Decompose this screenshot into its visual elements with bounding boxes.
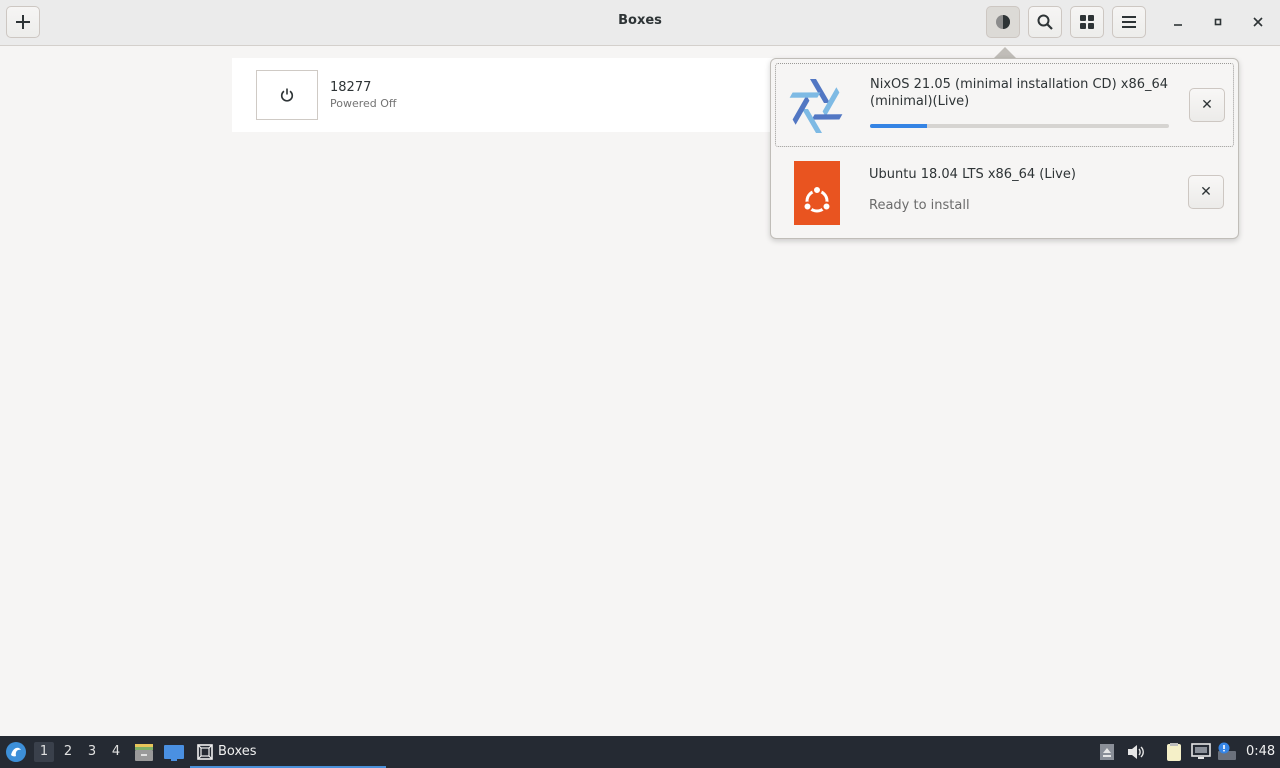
network-tray-button[interactable] bbox=[1191, 743, 1211, 765]
terminal-launcher[interactable] bbox=[163, 742, 185, 766]
volume-tray-button[interactable] bbox=[1127, 744, 1145, 764]
workspace-4[interactable]: 4 bbox=[106, 742, 126, 762]
plus-icon bbox=[16, 15, 30, 29]
eject-tray-button[interactable] bbox=[1099, 744, 1115, 764]
clipboard-tray-button[interactable] bbox=[1164, 742, 1184, 766]
downloads-popover: NixOS 21.05 (minimal installation CD) x8… bbox=[770, 58, 1239, 239]
workspace-3[interactable]: 3 bbox=[82, 742, 102, 762]
clock[interactable]: 0:48 bbox=[1246, 744, 1275, 759]
download-item-nixos[interactable]: NixOS 21.05 (minimal installation CD) x8… bbox=[775, 63, 1234, 147]
taskbar: 1 2 3 4 Boxes 0:48 bbox=[0, 736, 1280, 768]
clipboard-icon bbox=[1167, 743, 1181, 761]
taskbar-task-boxes[interactable]: Boxes bbox=[190, 736, 386, 768]
new-box-button[interactable] bbox=[6, 6, 40, 38]
cancel-download-button[interactable]: ✕ bbox=[1188, 175, 1224, 209]
start-menu-button[interactable] bbox=[5, 741, 27, 763]
search-icon bbox=[1037, 14, 1053, 30]
ubuntu-logo bbox=[794, 161, 840, 225]
workspace-2[interactable]: 2 bbox=[58, 742, 78, 762]
grid-view-icon bbox=[1080, 15, 1094, 29]
maximize-button[interactable] bbox=[1204, 8, 1232, 36]
nixos-logo bbox=[789, 79, 843, 133]
view-toggle-button[interactable] bbox=[1070, 6, 1104, 38]
power-icon bbox=[280, 88, 294, 102]
terminal-icon bbox=[164, 745, 184, 761]
close-button[interactable] bbox=[1244, 8, 1272, 36]
header-bar: Boxes bbox=[0, 0, 1280, 46]
popover-arrow bbox=[994, 47, 1016, 58]
volume-icon bbox=[1128, 745, 1144, 759]
file-manager-icon bbox=[135, 744, 153, 761]
download-item-ubuntu[interactable]: Ubuntu 18.04 LTS x86_64 (Live) Ready to … bbox=[775, 155, 1234, 235]
close-icon bbox=[1253, 17, 1263, 27]
taskbar-task-label: Boxes bbox=[218, 744, 257, 759]
cancel-download-button[interactable]: ✕ bbox=[1189, 88, 1225, 122]
notification-icon bbox=[1218, 742, 1236, 760]
search-button[interactable] bbox=[1028, 6, 1062, 38]
download-subtitle: Ready to install bbox=[869, 198, 970, 213]
hamburger-menu-icon bbox=[1122, 16, 1136, 28]
file-manager-launcher[interactable] bbox=[134, 742, 154, 766]
network-icon bbox=[1191, 743, 1211, 759]
download-progress-bar bbox=[870, 124, 1169, 128]
workspace-1[interactable]: 1 bbox=[34, 742, 54, 762]
download-title: Ubuntu 18.04 LTS x86_64 (Live) bbox=[869, 167, 1076, 182]
notification-tray-button[interactable] bbox=[1216, 742, 1238, 766]
window-title: Boxes bbox=[618, 13, 662, 28]
minimize-button[interactable] bbox=[1164, 8, 1192, 36]
maximize-icon bbox=[1214, 18, 1222, 26]
box-name: 18277 bbox=[330, 80, 372, 95]
download-progress-fill bbox=[870, 124, 927, 128]
eject-icon bbox=[1100, 744, 1114, 760]
box-status: Powered Off bbox=[330, 97, 397, 110]
minimize-icon bbox=[1174, 24, 1182, 26]
boxes-app-icon bbox=[197, 744, 213, 760]
box-list-item[interactable]: 18277 Powered Off bbox=[232, 58, 792, 132]
main-menu-button[interactable] bbox=[1112, 6, 1146, 38]
downloads-button[interactable] bbox=[986, 6, 1020, 38]
box-thumbnail[interactable] bbox=[256, 70, 318, 120]
pie-progress-icon bbox=[996, 15, 1010, 29]
distro-menu-icon bbox=[6, 742, 26, 762]
download-title: NixOS 21.05 (minimal installation CD) x8… bbox=[870, 77, 1169, 109]
